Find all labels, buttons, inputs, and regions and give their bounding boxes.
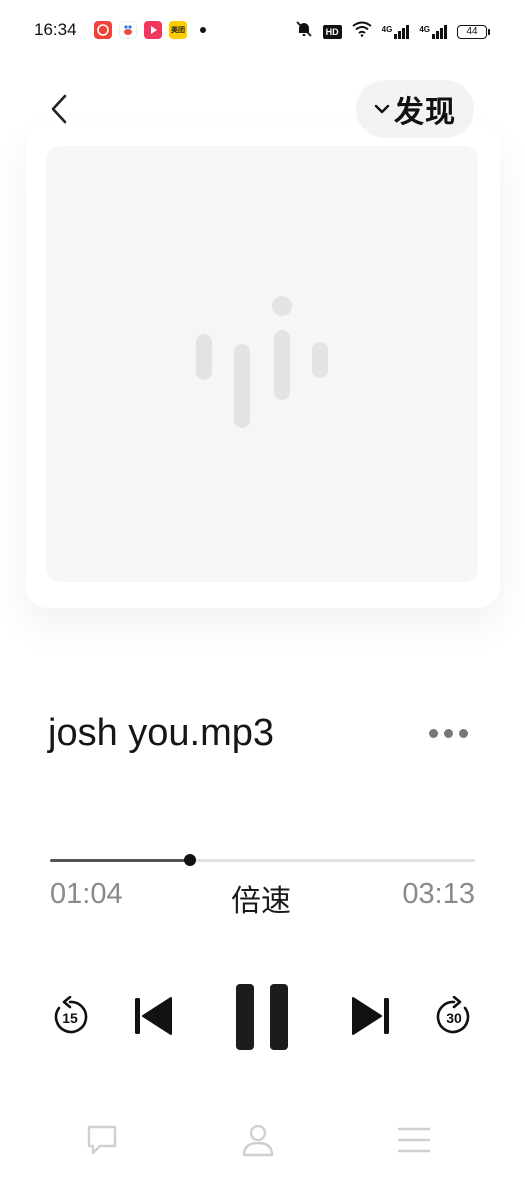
nav-profile[interactable] (236, 1118, 280, 1162)
track-title: josh you.mp3 (48, 712, 275, 754)
pause-icon (236, 984, 288, 1050)
wifi-icon (352, 21, 372, 42)
progress-fill (50, 859, 191, 862)
next-track-button[interactable] (350, 994, 392, 1038)
nav-comments[interactable] (80, 1118, 124, 1162)
bottom-nav (0, 1118, 525, 1170)
rewind-15-icon: 15 (54, 996, 88, 1034)
more-dot-icon (428, 728, 438, 738)
back-button[interactable] (44, 92, 74, 126)
progress-slider[interactable] (50, 854, 475, 866)
baidu-app-icon (119, 21, 137, 39)
forward-30-button[interactable]: 30 (434, 996, 474, 1038)
more-dot-icon (443, 728, 453, 738)
rewind-seconds-label: 15 (62, 1010, 78, 1026)
video-app-icon (144, 21, 162, 39)
network-type-label: 4G (419, 24, 430, 34)
previous-track-button[interactable] (132, 994, 174, 1038)
skip-next-icon (352, 997, 389, 1035)
hd-badge: HD (322, 24, 342, 39)
menu-list-icon (397, 1127, 431, 1153)
chat-bubble-icon (87, 1125, 117, 1155)
playback-speed-button[interactable]: 倍速 (231, 876, 291, 920)
forward-seconds-label: 30 (446, 1010, 462, 1026)
person-icon (242, 1124, 274, 1157)
signal-bars-icon (394, 24, 410, 39)
more-dot-icon (458, 728, 468, 738)
more-options-button[interactable] (422, 720, 474, 746)
chevron-down-icon (374, 104, 390, 114)
red-app-icon (94, 21, 112, 39)
signal-strength-2: 4G (419, 24, 447, 39)
meituan-app-icon: 美团 (169, 21, 187, 39)
total-time: 03:13 (402, 878, 475, 910)
forward-30-icon: 30 (436, 996, 470, 1034)
network-type-label: 4G (381, 24, 393, 34)
notification-app-icons: 美团 (94, 21, 206, 39)
mute-bell-icon (295, 20, 313, 43)
signal-bars-icon (432, 24, 447, 39)
nav-playlist[interactable] (392, 1118, 436, 1162)
signal-strength-1: 4G (381, 24, 410, 39)
rewind-15-button[interactable]: 15 (50, 996, 90, 1038)
meituan-app-label: 美团 (171, 27, 185, 34)
elapsed-time: 01:04 (50, 878, 123, 910)
skip-previous-icon (135, 997, 172, 1035)
pause-button[interactable] (232, 982, 292, 1052)
more-notifications-dot (200, 27, 206, 33)
audio-waveform-icon (196, 296, 328, 428)
status-time: 16:34 (34, 20, 77, 39)
progress-thumb[interactable] (184, 854, 197, 866)
battery-indicator: 44 (457, 24, 490, 39)
chevron-left-icon (51, 94, 67, 124)
album-cover (46, 146, 478, 582)
status-bar: 16:34 美团 HD 4G 4G 44 (0, 0, 525, 62)
battery-level: 44 (466, 26, 478, 37)
status-indicators: HD 4G 4G 44 (295, 20, 490, 43)
